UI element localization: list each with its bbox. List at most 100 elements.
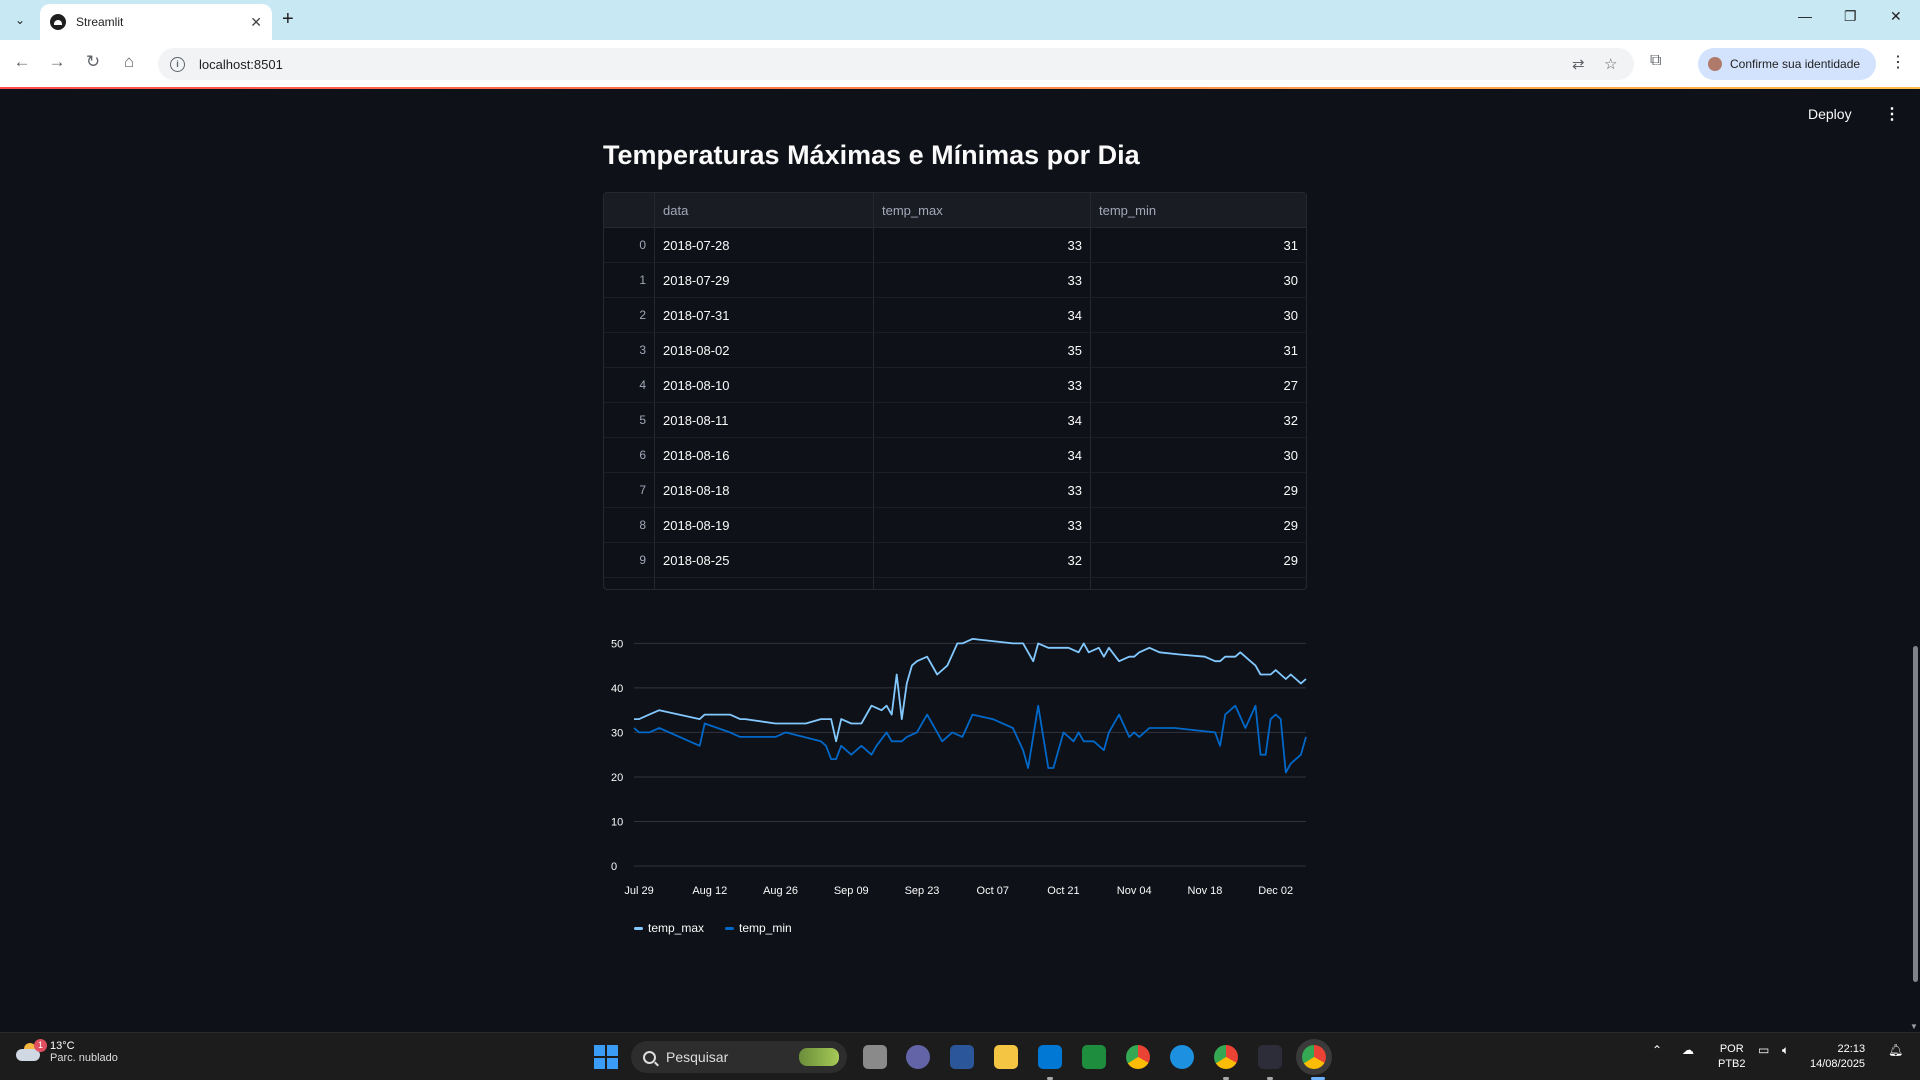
cell-data[interactable]: 2018-08-18 (655, 473, 874, 507)
cell-temp-max[interactable]: 33 (874, 228, 1091, 262)
table-row[interactable]: 2 2018-07-31 34 30 (604, 298, 1306, 333)
task-view-icon[interactable] (863, 1045, 887, 1069)
url-text[interactable]: localhost:8501 (199, 57, 283, 72)
language-indicator[interactable]: POR PTB2 (1718, 1042, 1746, 1072)
bookmark-star-icon[interactable]: ☆ (1604, 55, 1617, 73)
chrome-icon[interactable] (1126, 1045, 1150, 1069)
table-row[interactable]: 8 2018-08-19 33 29 (604, 508, 1306, 543)
cell-temp-min[interactable]: 31 (1091, 333, 1306, 367)
cell-temp-min[interactable]: 31 (1091, 228, 1306, 262)
minimize-icon[interactable]: — (1798, 8, 1812, 24)
chrome-profile-icon[interactable] (1214, 1045, 1238, 1069)
series-line-temp-max (634, 638, 1307, 743)
column-header-temp-max[interactable]: temp_max (874, 193, 1091, 227)
cell-data[interactable]: 2018-08-10 (655, 368, 874, 402)
cell-temp-max[interactable]: 32 (874, 543, 1091, 577)
browser-tab[interactable]: Streamlit ✕ (40, 4, 272, 40)
restore-icon[interactable]: ❐ (1844, 8, 1857, 25)
docker-icon[interactable] (1170, 1045, 1194, 1069)
windows-start-icon[interactable] (594, 1045, 618, 1069)
system-clock[interactable]: 22:13 14/08/2025 (1810, 1042, 1865, 1072)
home-icon[interactable]: ⌂ (117, 52, 141, 72)
weather-widget[interactable]: 1 13°C Parc. nublado (16, 1039, 118, 1064)
terminal-icon[interactable] (1258, 1045, 1282, 1069)
y-tick-label: 40 (611, 683, 623, 695)
address-bar[interactable]: i localhost:8501 ⇄ ☆ (158, 48, 1634, 80)
browser-toolbar: ← → ↻ ⌂ i localhost:8501 ⇄ ☆ ⧉ Confirme … (0, 40, 1920, 88)
chrome-active-icon[interactable] (1302, 1045, 1326, 1069)
cell-temp-max[interactable]: 33 (874, 508, 1091, 542)
forward-arrow-icon[interactable]: → (45, 52, 69, 72)
cell-data[interactable]: 2018-08-02 (655, 333, 874, 367)
scrollbar-thumb[interactable] (1913, 646, 1918, 982)
table-row[interactable]: 6 2018-08-16 34 30 (604, 438, 1306, 473)
cell-temp-min[interactable]: 29 (1091, 508, 1306, 542)
cell-data[interactable]: 2018-07-28 (655, 228, 874, 262)
back-arrow-icon[interactable]: ← (10, 52, 34, 72)
tab-title: Streamlit (76, 15, 124, 29)
cell-temp-min[interactable]: 32 (1091, 403, 1306, 437)
word-icon[interactable] (950, 1045, 974, 1069)
tab-search-chevron-icon[interactable]: ⌄ (8, 8, 32, 32)
cell-temp-min[interactable]: 29 (1091, 543, 1306, 577)
cell-temp-max[interactable]: 33 (874, 368, 1091, 402)
table-row[interactable]: 5 2018-08-11 34 32 (604, 403, 1306, 438)
table-row[interactable]: 3 2018-08-02 35 31 (604, 333, 1306, 368)
network-icon[interactable]: ▭ (1758, 1043, 1769, 1057)
cell-data[interactable]: 2018-08-16 (655, 438, 874, 472)
line-chart-svg[interactable]: 0 10 20 30 40 50 Jul 29 Aug 12 Aug 26 Sep 09 Sep 2… (596, 620, 1316, 940)
row-index: 0 (604, 228, 655, 262)
y-tick-label: 50 (611, 638, 623, 650)
cell-temp-max[interactable]: 34 (874, 403, 1091, 437)
close-window-icon[interactable]: ✕ (1890, 8, 1902, 25)
onedrive-cloud-icon[interactable]: ☁ (1682, 1043, 1694, 1057)
column-header-temp-min[interactable]: temp_min (1091, 193, 1306, 227)
site-info-icon[interactable]: i (170, 56, 185, 72)
y-tick-label: 20 (611, 772, 623, 784)
table-row[interactable]: 9 2018-08-25 32 29 (604, 543, 1306, 578)
profile-button[interactable]: Confirme sua identidade (1698, 48, 1876, 80)
cell-temp-max[interactable]: 35 (874, 333, 1091, 367)
table-row[interactable]: 4 2018-08-10 33 27 (604, 368, 1306, 403)
teams-icon[interactable] (906, 1045, 930, 1069)
cell-data[interactable]: 2018-07-29 (655, 263, 874, 297)
cell-temp-min[interactable]: 30 (1091, 263, 1306, 297)
table-row[interactable]: 1 2018-07-29 33 30 (604, 263, 1306, 298)
notification-bell-icon[interactable]: 🔔︎ (1888, 1043, 1903, 1057)
cell-temp-min[interactable]: 27 (1091, 368, 1306, 402)
new-tab-plus-icon[interactable]: + (282, 8, 294, 30)
file-explorer-icon[interactable] (994, 1045, 1018, 1069)
app-menu-icon[interactable]: ⋮ (1884, 104, 1900, 124)
reload-icon[interactable]: ↻ (81, 52, 105, 72)
column-header-data[interactable]: data (655, 193, 874, 227)
index-header (604, 193, 655, 227)
cell-data[interactable]: 2018-08-11 (655, 403, 874, 437)
browser-menu-icon[interactable]: ⋮ (1890, 52, 1906, 72)
deploy-button[interactable]: Deploy (1808, 106, 1852, 122)
row-index: 3 (604, 333, 655, 367)
cell-temp-min[interactable]: 29 (1091, 473, 1306, 507)
row-index: 9 (604, 543, 655, 577)
cell-temp-max[interactable]: 34 (874, 298, 1091, 332)
dataframe[interactable]: data temp_max temp_min 0 2018-07-28 33 3… (603, 192, 1307, 590)
table-row[interactable]: 7 2018-08-18 33 29 (604, 473, 1306, 508)
vscode-icon[interactable] (1038, 1045, 1062, 1069)
cell-temp-min[interactable]: 30 (1091, 438, 1306, 472)
cell-temp-max[interactable]: 33 (874, 473, 1091, 507)
cell-data[interactable]: 2018-07-31 (655, 298, 874, 332)
scroll-down-arrow-icon[interactable]: ▼ (1910, 1022, 1918, 1031)
cell-data[interactable]: 2018-08-19 (655, 508, 874, 542)
taskbar-search[interactable]: Pesquisar (631, 1041, 847, 1073)
cell-data[interactable]: 2018-08-25 (655, 543, 874, 577)
cell-temp-min[interactable]: 30 (1091, 298, 1306, 332)
cell-temp-max[interactable]: 34 (874, 438, 1091, 472)
security-app-icon[interactable] (1082, 1045, 1106, 1069)
table-row[interactable]: 0 2018-07-28 33 31 (604, 228, 1306, 263)
tab-close-icon[interactable]: ✕ (250, 14, 262, 31)
cell-temp-max[interactable]: 33 (874, 263, 1091, 297)
line-chart[interactable]: 0 10 20 30 40 50 Jul 29 Aug 12 Aug 26 Sep 09 Sep 2… (596, 620, 1316, 940)
volume-icon[interactable]: 🔈︎ (1782, 1043, 1789, 1058)
show-hidden-icons-chevron-icon[interactable]: ⌃ (1652, 1043, 1662, 1057)
translate-icon[interactable]: ⇄ (1572, 55, 1585, 73)
extensions-puzzle-icon[interactable]: ⧉ (1650, 52, 1661, 70)
